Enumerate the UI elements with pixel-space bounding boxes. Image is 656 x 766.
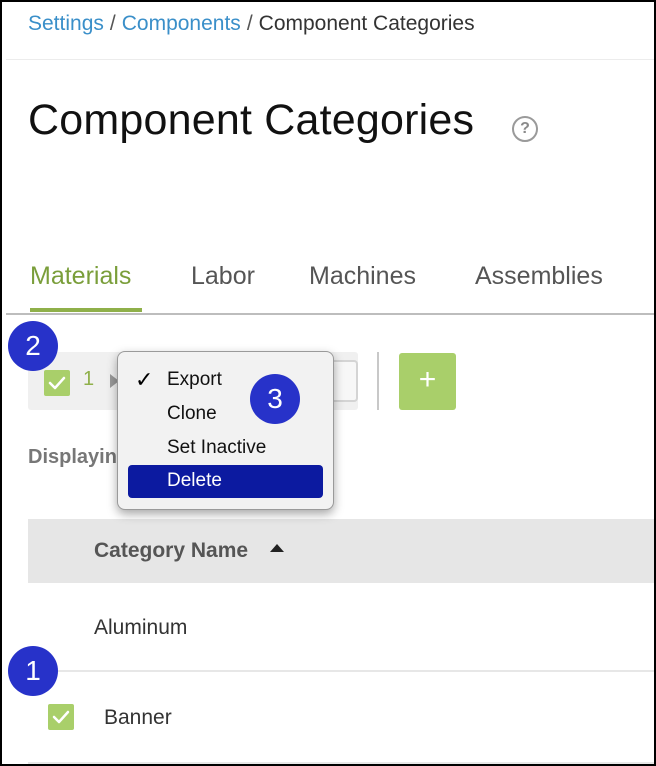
- step-badge-3: 3: [250, 374, 300, 424]
- breadcrumb-components-link[interactable]: Components: [122, 12, 241, 35]
- breadcrumb-divider: [6, 59, 654, 60]
- checkmark-icon: ✓: [135, 367, 154, 392]
- menu-item-label: Clone: [167, 403, 217, 424]
- column-header-category-name[interactable]: Category Name: [94, 539, 248, 563]
- tabs-divider: [6, 313, 654, 315]
- menu-item-label: Set Inactive: [167, 437, 267, 458]
- tab-assemblies[interactable]: Assemblies: [475, 262, 603, 291]
- table-header: Category Name: [28, 519, 654, 583]
- breadcrumb-settings-link[interactable]: Settings: [28, 12, 104, 35]
- menu-item-label: Export: [167, 369, 222, 390]
- question-circle-icon[interactable]: ?: [512, 116, 538, 142]
- step-badge-1: 1: [8, 646, 58, 696]
- category-name-cell: Aluminum: [94, 616, 188, 639]
- select-all-checkbox[interactable]: [44, 370, 70, 396]
- app-window: Settings / Components / Component Categories…: [0, 0, 656, 766]
- table-row[interactable]: Aluminum: [28, 584, 654, 672]
- checkmark-icon: [48, 376, 66, 390]
- add-category-button[interactable]: +: [399, 353, 456, 410]
- tab-labor[interactable]: Labor: [191, 262, 255, 291]
- page-title: Component Categories: [28, 96, 475, 144]
- active-tab-indicator: [30, 308, 142, 312]
- breadcrumb: Settings / Components / Component Categories: [28, 12, 475, 36]
- tab-materials[interactable]: Materials: [30, 262, 131, 291]
- menu-item-set-inactive[interactable]: Set Inactive: [128, 432, 323, 465]
- breadcrumb-separator: /: [109, 12, 116, 35]
- menu-item-label: Delete: [167, 470, 222, 491]
- displaying-count-text: Displayin: [28, 446, 117, 468]
- row-checkbox[interactable]: [48, 704, 74, 730]
- toolbar-divider: [377, 352, 379, 410]
- breadcrumb-separator: /: [246, 12, 253, 35]
- menu-item-delete[interactable]: Delete: [128, 465, 323, 498]
- tab-machines[interactable]: Machines: [309, 262, 416, 291]
- breadcrumb-current: Component Categories: [258, 12, 475, 35]
- category-name-cell: Banner: [104, 706, 172, 729]
- sort-ascending-icon[interactable]: [270, 544, 284, 552]
- table-row[interactable]: Banner: [28, 674, 654, 764]
- checkmark-icon: [52, 710, 70, 724]
- category-tabs: Materials Labor Machines Assemblies: [2, 260, 654, 314]
- bulk-action-menu: ✓ Export Clone Set Inactive Delete: [117, 351, 334, 510]
- selected-count: 1: [83, 368, 95, 390]
- step-badge-2: 2: [8, 321, 58, 371]
